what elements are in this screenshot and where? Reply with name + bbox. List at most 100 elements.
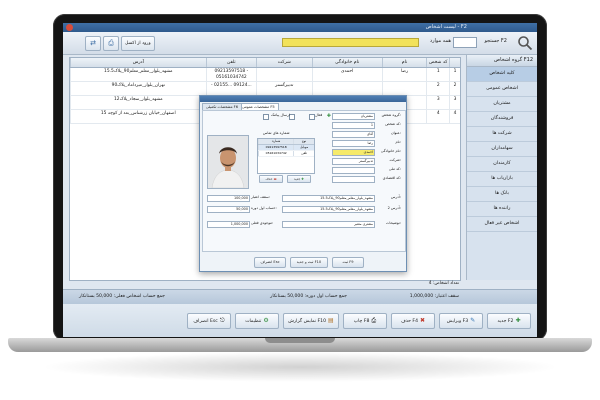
app-screen: لیست اشخاص - F2 جستجو F2 همه موارد ورود … <box>63 23 537 337</box>
sidebar-item-shareholders[interactable]: سهامداران <box>467 142 537 157</box>
title-label: عنوان: <box>391 131 401 135</box>
economic-field[interactable] <box>332 176 375 183</box>
current-balance-field[interactable]: 1,000,000 <box>207 221 250 228</box>
sidebar-item-all[interactable]: کلیه اشخاص <box>467 67 537 82</box>
cell-phone: - 02155... 09124... <box>205 82 256 95</box>
search-icon[interactable] <box>517 35 533 51</box>
cell-address: اصفهان_خیابان زرشناس_بعد از کوچه 15 <box>70 110 206 123</box>
code-field[interactable]: 1 <box>332 122 375 129</box>
save-and-new-button[interactable]: ثبت و جدید F10 <box>290 257 328 268</box>
family-label: نام خانوادگی: <box>380 149 401 153</box>
cell-address: مشهد_بلوار_معلم_معلم90_پلاک15.5 <box>70 68 206 81</box>
cell-num: 3 <box>449 96 460 109</box>
active-label: فعال <box>315 113 323 117</box>
company-field[interactable]: تدبیرگستر <box>332 158 375 165</box>
cell-address: مشهد_بلوار_سجاد_پلاک12 <box>70 96 206 109</box>
cell-code: 4 <box>426 110 449 123</box>
top-toolbar: جستجو F2 همه موارد ورود از اکسل ⇄ ⎙ <box>63 32 537 55</box>
col-phone[interactable]: تلفن <box>205 58 256 67</box>
summary-bar: سقف اعتبار: 1,000,000 جمع حساب اول دوره:… <box>63 289 537 304</box>
sidebar-item-general[interactable]: اشخاص عمومی <box>467 82 537 97</box>
col-phone-type[interactable]: نوع <box>293 139 314 144</box>
col-code[interactable]: کد شخص <box>426 58 449 67</box>
add-group-icon[interactable]: ✚ <box>327 113 331 119</box>
exit-button[interactable]: انصراف Esc ⎋ <box>187 313 231 329</box>
address1-field[interactable]: مشهد_بلوار_معلم_معلم90_پلاک15.5 <box>282 195 375 202</box>
cell-num: 1 <box>449 68 460 81</box>
edit-button[interactable]: ویرایش F3 ✎ <box>439 313 483 329</box>
name-label: نام: <box>395 140 401 144</box>
credit-limit-field[interactable]: 100,000 <box>207 195 250 202</box>
sidebar-item-banks[interactable]: بانک ها <box>467 187 537 202</box>
table-row[interactable]: 1 1 رضا احمدی 09213597518 - 05161034742 … <box>70 68 460 82</box>
name-field[interactable]: رضا <box>332 140 375 147</box>
nationalcode-label: کد ملی: <box>388 167 401 171</box>
grid-count: تعداد اشخاص: 4 <box>428 281 459 286</box>
report-button[interactable]: نمایش گزارش F10 ▤ <box>283 313 339 329</box>
code-input[interactable] <box>453 37 477 48</box>
opening-balance-label: حساب اول دوره: <box>251 206 277 210</box>
col-phone-number[interactable]: شماره <box>258 139 293 144</box>
description-field[interactable]: مشتری معتبر <box>282 221 375 228</box>
printer-icon[interactable]: ⎙ <box>103 36 119 51</box>
sidebar-item-sellers[interactable]: فروشندگان <box>467 112 537 127</box>
col-num[interactable] <box>449 58 460 67</box>
description-label: توضیحات: <box>385 221 401 225</box>
report-button-label: نمایش گزارش F10 <box>288 319 327 324</box>
sidebar-item-employees[interactable]: کارمندان <box>467 157 537 172</box>
remove-phone-button[interactable]: حذف ▬ <box>259 175 283 183</box>
col-address[interactable]: آدرس <box>70 58 206 67</box>
person-photo[interactable] <box>207 135 249 189</box>
export-icon[interactable]: ⇄ <box>85 36 101 51</box>
cancel-button[interactable]: انصراف Esc <box>254 257 286 268</box>
window-title: لیست اشخاص - F2 <box>425 24 467 30</box>
print-button-label: چاپ F8 <box>353 319 370 324</box>
list-item[interactable]: تلفن 05161034742 <box>258 151 314 157</box>
edit-button-label: ویرایش F3 <box>446 319 469 324</box>
extra-checkbox[interactable] <box>263 114 269 120</box>
search-input[interactable] <box>282 38 419 47</box>
save-button[interactable]: ثبت F9 <box>332 257 364 268</box>
settings-button[interactable]: تنظیمات ⚙ <box>235 313 279 329</box>
col-company[interactable]: شرکت <box>256 58 311 67</box>
print-button[interactable]: چاپ F8 ⎙ <box>343 313 387 329</box>
dialog-footer: ثبت F9 ثبت و جدید F10 انصراف Esc <box>200 252 406 271</box>
cell-num: 4 <box>449 110 460 123</box>
add-phone-button[interactable]: جدید ✚ <box>287 175 311 183</box>
delete-icon: ✖ <box>420 317 426 324</box>
plus-icon: ✚ <box>515 317 521 324</box>
cell-address: تهران_بلوار_میرداماد_پلاک90 <box>70 82 206 95</box>
economic-label: کد اقتصادی: <box>382 176 401 180</box>
sidebar-item-inactive[interactable]: اشخاص غیر فعال <box>467 217 537 232</box>
sidebar-item-companies[interactable]: شرکت ها <box>467 127 537 142</box>
phone-grid: نوع شماره موبایل 09213597518 تلفن 051610… <box>257 138 315 174</box>
current-balance-label: موجودی فعلی: <box>251 221 274 225</box>
group-select[interactable]: مشتریان <box>332 113 375 120</box>
close-icon[interactable] <box>66 24 73 31</box>
sidebar-item-marketers[interactable]: بازاریاب ها <box>467 172 537 187</box>
import-excel-button[interactable]: ورود از اکسل <box>121 36 155 51</box>
new-button[interactable]: جدید F2 ✚ <box>487 313 531 329</box>
sidebar-item-drivers[interactable]: راننده ها <box>467 202 537 217</box>
code-label: کد شخص: <box>385 122 401 126</box>
avatar <box>208 136 248 188</box>
search-scope-label[interactable]: همه موارد <box>430 38 451 44</box>
title-select[interactable]: آقای <box>332 131 375 138</box>
pencil-icon: ✎ <box>470 317 476 324</box>
family-field[interactable]: احمدی <box>332 149 375 156</box>
sms-label: ارسال پیامک <box>271 113 290 117</box>
sidebar-item-customers[interactable]: مشتریان <box>467 97 537 112</box>
col-name[interactable]: نام <box>381 58 427 67</box>
address2-field[interactable]: مشهد_بلوار_معلم_معلم90_پلاک15.5 <box>282 206 375 213</box>
title-bar: لیست اشخاص - F2 <box>63 23 537 32</box>
current-balance-summary: جمع حساب اشخاص فعلی: 50,000 بستانکار <box>79 294 165 299</box>
code-label: جستجو F2 <box>484 38 507 44</box>
dialog-tabs: مشخصات عمومی F5 مشخصات تکمیلی F6 <box>202 103 404 111</box>
col-family[interactable]: نام خانوادگی <box>311 58 382 67</box>
table-row[interactable]: 2 2 تدبیرگستر - 02155... 09124... تهران_… <box>70 82 460 96</box>
opening-balance-field[interactable]: 50,000 <box>207 206 250 213</box>
nationalcode-field[interactable] <box>332 167 375 174</box>
cell-family <box>311 82 382 95</box>
cell-phone-number: 09213597518 <box>258 145 293 150</box>
delete-button[interactable]: حذف F4 ✖ <box>391 313 435 329</box>
